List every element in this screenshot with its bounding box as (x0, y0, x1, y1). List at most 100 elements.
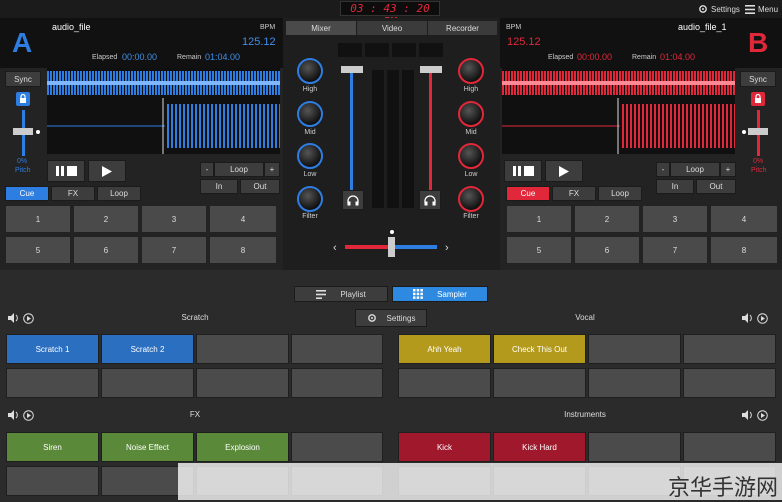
sample-pad[interactable] (6, 368, 99, 398)
speaker-icon[interactable] (8, 313, 19, 323)
deck-a-sync-button[interactable]: Sync (5, 71, 41, 87)
deck-a-pad[interactable]: 5 (5, 236, 71, 264)
deck-a-in-button[interactable]: In (200, 179, 238, 194)
play-circle-icon[interactable] (757, 312, 768, 324)
deck-b-pause-stop-button[interactable] (504, 160, 542, 182)
deck-b-tab-loop[interactable]: Loop (598, 186, 642, 201)
play-circle-icon[interactable] (23, 409, 34, 421)
deck-b-loop-minus[interactable]: - (656, 162, 670, 177)
deck-b-pad[interactable]: 4 (710, 205, 778, 233)
deck-b-pad[interactable]: 8 (710, 236, 778, 264)
deck-b-tab-fx[interactable]: FX (552, 186, 596, 201)
crossfader-handle[interactable] (388, 237, 395, 257)
deck-b-high-knob[interactable] (458, 58, 484, 84)
tab-video[interactable]: Video (357, 21, 427, 35)
deck-b-main-waveform[interactable] (502, 98, 735, 154)
deck-b-loop-plus[interactable]: + (720, 162, 736, 177)
deck-b-pitch-slider[interactable] (748, 128, 768, 135)
deck-a-low-knob[interactable] (297, 143, 323, 169)
deck-a-main-waveform[interactable] (47, 98, 280, 154)
deck-a-play-button[interactable] (88, 160, 126, 182)
sample-pad[interactable] (101, 368, 194, 398)
sample-pad[interactable] (398, 368, 491, 398)
deck-b-overview-waveform[interactable] (502, 68, 735, 98)
speaker-icon[interactable] (742, 313, 753, 323)
deck-a-pause-stop-button[interactable] (47, 160, 85, 182)
sample-pad[interactable] (196, 368, 289, 398)
sample-pad[interactable] (588, 334, 681, 364)
deck-a-pitch-slider[interactable] (13, 128, 33, 135)
sample-pad[interactable]: Explosion (196, 432, 289, 462)
deck-b-pad[interactable]: 5 (506, 236, 572, 264)
playlist-button[interactable]: Playlist (294, 286, 388, 302)
sample-pad[interactable] (588, 432, 681, 462)
sample-pad[interactable]: Kick Hard (493, 432, 586, 462)
sample-pad[interactable] (291, 368, 383, 398)
sample-pad[interactable]: Scratch 2 (101, 334, 194, 364)
sample-pad[interactable] (683, 368, 776, 398)
deck-b-out-button[interactable]: Out (696, 179, 736, 194)
deck-a-volume-fader[interactable] (341, 66, 363, 73)
sample-pad[interactable]: Siren (6, 432, 99, 462)
sample-pad[interactable]: Kick (398, 432, 491, 462)
deck-b-headphones-button[interactable] (419, 190, 441, 210)
deck-a-tab-cue[interactable]: Cue (5, 186, 49, 201)
crossfader-right-arrow-icon[interactable]: › (445, 242, 449, 254)
deck-a-pad[interactable]: 3 (141, 205, 207, 233)
deck-b-in-button[interactable]: In (656, 179, 694, 194)
sample-pad[interactable] (196, 334, 289, 364)
deck-a-mid-knob[interactable] (297, 101, 323, 127)
deck-a-pad[interactable]: 8 (209, 236, 277, 264)
deck-b-sync-button[interactable]: Sync (740, 71, 776, 87)
sampler-button[interactable]: Sampler (392, 286, 488, 302)
deck-a-tab-fx[interactable]: FX (51, 186, 95, 201)
sample-pad[interactable]: Ahh Yeah (398, 334, 491, 364)
sample-pad[interactable] (291, 432, 383, 462)
deck-a-tab-loop[interactable]: Loop (97, 186, 141, 201)
sample-pad[interactable] (588, 368, 681, 398)
sample-pad[interactable] (493, 368, 586, 398)
tab-recorder[interactable]: Recorder (428, 21, 497, 35)
deck-b-volume-fader[interactable] (420, 66, 442, 73)
tab-mixer[interactable]: Mixer (286, 21, 356, 35)
deck-a-filter-knob[interactable] (297, 186, 323, 212)
sample-pad[interactable]: Check This Out (493, 334, 586, 364)
deck-b-pad[interactable]: 1 (506, 205, 572, 233)
deck-a-lock-icon[interactable] (16, 92, 30, 106)
deck-b-loop-button[interactable]: Loop (670, 162, 720, 177)
deck-a-pad[interactable]: 6 (73, 236, 139, 264)
deck-b-pad[interactable]: 7 (642, 236, 708, 264)
deck-b-pad[interactable]: 2 (574, 205, 640, 233)
deck-b-pad[interactable]: 3 (642, 205, 708, 233)
speaker-icon[interactable] (8, 410, 19, 420)
sample-pad[interactable] (683, 334, 776, 364)
speaker-icon[interactable] (742, 410, 753, 420)
deck-a-pad[interactable]: 4 (209, 205, 277, 233)
deck-a-pad[interactable]: 2 (73, 205, 139, 233)
deck-a-pad[interactable]: 7 (141, 236, 207, 264)
deck-a-loop-plus[interactable]: + (264, 162, 280, 177)
menu-button[interactable]: Menu (745, 2, 778, 16)
deck-b-filter-knob[interactable] (458, 186, 484, 212)
play-circle-icon[interactable] (23, 312, 34, 324)
sampler-settings-button[interactable]: Settings (355, 309, 427, 327)
sample-pad[interactable] (683, 432, 776, 462)
deck-b-mid-knob[interactable] (458, 101, 484, 127)
deck-a-headphones-button[interactable] (342, 190, 364, 210)
deck-a-out-button[interactable]: Out (240, 179, 280, 194)
sample-pad[interactable]: Scratch 1 (6, 334, 99, 364)
deck-b-low-knob[interactable] (458, 143, 484, 169)
deck-b-pad[interactable]: 6 (574, 236, 640, 264)
deck-a-loop-minus[interactable]: - (200, 162, 214, 177)
deck-b-play-button[interactable] (545, 160, 583, 182)
deck-a-overview-waveform[interactable] (47, 68, 280, 98)
sample-pad[interactable]: Noise Effect (101, 432, 194, 462)
play-circle-icon[interactable] (757, 409, 768, 421)
deck-b-tab-cue[interactable]: Cue (506, 186, 550, 201)
settings-button[interactable]: Settings (698, 2, 740, 16)
deck-b-lock-icon[interactable] (751, 92, 765, 106)
sample-pad[interactable] (6, 466, 99, 496)
deck-a-pad[interactable]: 1 (5, 205, 71, 233)
sample-pad[interactable] (291, 334, 383, 364)
crossfader-left-arrow-icon[interactable]: ‹ (333, 242, 337, 254)
